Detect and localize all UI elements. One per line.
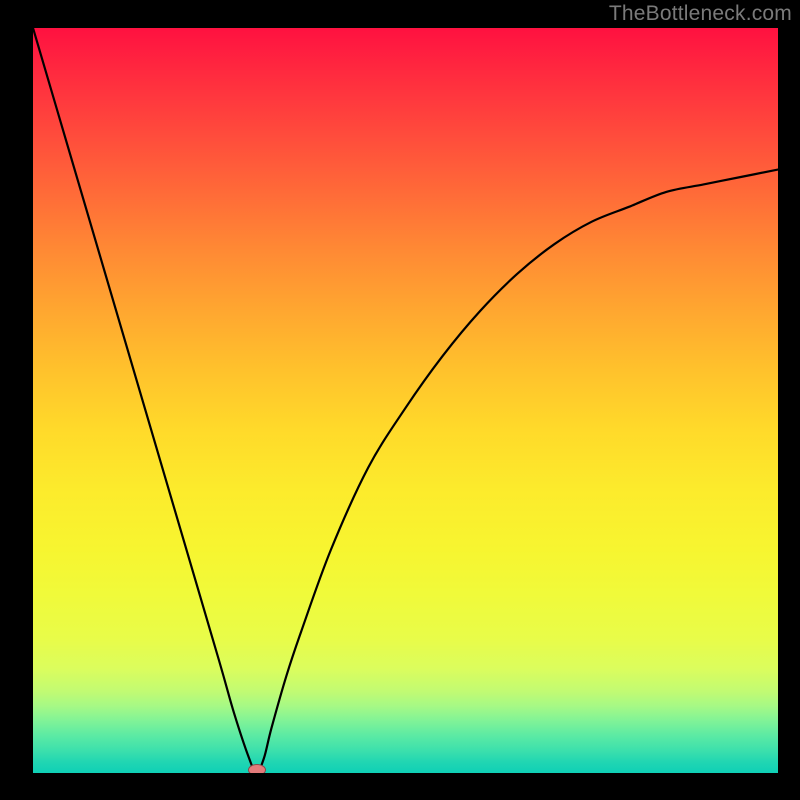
plot-area — [33, 28, 778, 773]
bottleneck-curve — [33, 28, 778, 773]
vertex-marker — [248, 764, 266, 773]
watermark-text: TheBottleneck.com — [609, 2, 792, 26]
curve-svg — [33, 28, 778, 773]
chart-frame: TheBottleneck.com — [0, 0, 800, 800]
